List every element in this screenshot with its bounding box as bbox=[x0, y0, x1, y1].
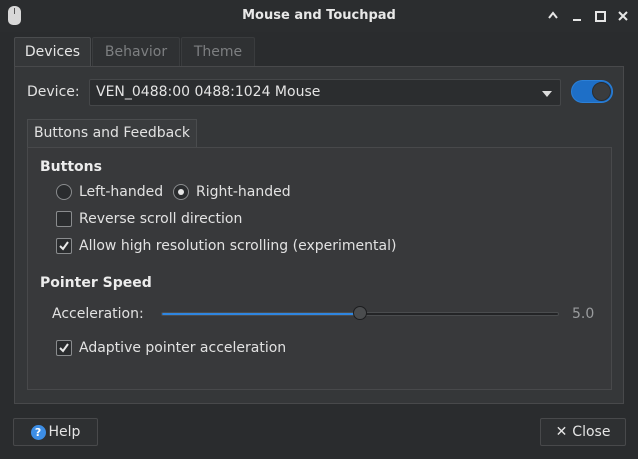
tab-devices[interactable]: Devices bbox=[14, 37, 91, 67]
tab-behavior[interactable]: Behavior bbox=[92, 37, 180, 67]
right-handed-label: Right-handed bbox=[196, 184, 291, 200]
right-handed-radio[interactable] bbox=[173, 184, 189, 200]
hi-res-scroll-label: Allow high resolution scrolling (experim… bbox=[79, 238, 397, 254]
pointer-speed-heading: Pointer Speed bbox=[40, 275, 152, 291]
buttons-heading: Buttons bbox=[40, 159, 102, 175]
device-enable-switch[interactable] bbox=[571, 80, 613, 103]
maximize-button[interactable] bbox=[592, 8, 608, 24]
hi-res-scroll-checkbox[interactable] bbox=[56, 238, 72, 254]
device-label: Device: bbox=[27, 84, 80, 100]
acceleration-value: 5.0 bbox=[572, 306, 595, 322]
acceleration-label: Acceleration: bbox=[52, 306, 144, 322]
adaptive-acceleration-option[interactable]: Adaptive pointer acceleration bbox=[56, 340, 286, 356]
title-bar: Mouse and Touchpad bbox=[0, 0, 638, 32]
adaptive-acceleration-label: Adaptive pointer acceleration bbox=[79, 340, 287, 356]
close-window-button[interactable] bbox=[615, 8, 631, 24]
switch-knob bbox=[592, 82, 611, 101]
devices-panel: Device: VEN_0488:00 0488:1024 Mouse Butt… bbox=[14, 66, 624, 404]
close-icon: ✕ bbox=[555, 424, 568, 440]
reverse-scroll-checkbox[interactable] bbox=[56, 211, 72, 227]
help-button-label: Help bbox=[48, 424, 81, 440]
buttons-feedback-frame: Buttons Left-handed Right-handed Reverse… bbox=[27, 147, 612, 390]
right-handed-option[interactable]: Right-handed bbox=[173, 184, 291, 200]
tab-buttons-and-feedback[interactable]: Buttons and Feedback bbox=[27, 119, 197, 148]
reverse-scroll-option[interactable]: Reverse scroll direction bbox=[56, 211, 242, 227]
help-pointer-icon[interactable] bbox=[545, 8, 561, 24]
left-handed-label: Left-handed bbox=[79, 184, 164, 200]
window-title: Mouse and Touchpad bbox=[242, 8, 396, 23]
help-button[interactable]: ? Help bbox=[13, 418, 98, 446]
close-button[interactable]: ✕ Close bbox=[540, 418, 626, 446]
device-combobox[interactable]: VEN_0488:00 0488:1024 Mouse bbox=[89, 79, 561, 106]
device-combobox-value: VEN_0488:00 0488:1024 Mouse bbox=[96, 84, 321, 100]
acceleration-slider-fill bbox=[162, 313, 360, 315]
tab-theme[interactable]: Theme bbox=[181, 37, 255, 67]
left-handed-radio[interactable] bbox=[56, 184, 72, 200]
hi-res-scroll-option[interactable]: Allow high resolution scrolling (experim… bbox=[56, 238, 396, 254]
left-handed-option[interactable]: Left-handed bbox=[56, 184, 163, 200]
adaptive-acceleration-checkbox[interactable] bbox=[56, 340, 72, 356]
close-button-label: Close bbox=[572, 424, 611, 440]
chevron-down-icon bbox=[542, 91, 552, 97]
minimize-button[interactable] bbox=[569, 8, 585, 24]
reverse-scroll-label: Reverse scroll direction bbox=[79, 211, 243, 227]
acceleration-slider-handle[interactable] bbox=[353, 306, 367, 320]
acceleration-slider[interactable] bbox=[161, 306, 559, 320]
help-icon: ? bbox=[30, 424, 46, 440]
